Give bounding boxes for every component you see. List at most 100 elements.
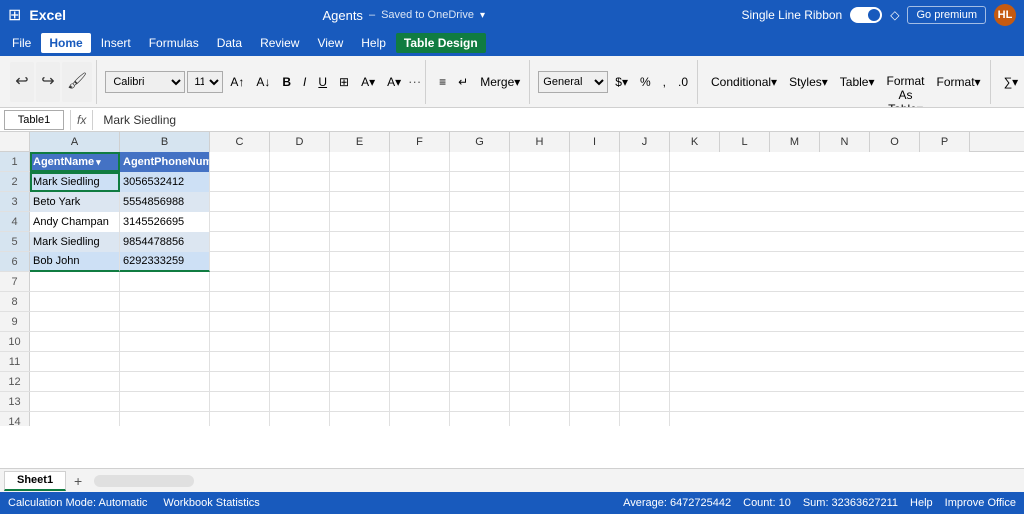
cell-A10[interactable] — [30, 332, 120, 352]
cell-A2[interactable]: Mark Siedling — [30, 172, 120, 192]
cell-J3[interactable] — [620, 192, 670, 212]
cell-H13[interactable] — [510, 392, 570, 412]
cell-E8[interactable] — [330, 292, 390, 312]
cell-C4[interactable] — [210, 212, 270, 232]
cell-J12[interactable] — [620, 372, 670, 392]
font-size-select[interactable]: 11 — [187, 71, 223, 93]
cell-A9[interactable] — [30, 312, 120, 332]
cell-B13[interactable] — [120, 392, 210, 412]
font-family-select[interactable]: Calibri — [105, 71, 185, 93]
cell-B7[interactable] — [120, 272, 210, 292]
cell-D4[interactable] — [270, 212, 330, 232]
cell-I12[interactable] — [570, 372, 620, 392]
menu-data[interactable]: Data — [209, 33, 250, 53]
format-painter-button[interactable]: 🖌 — [62, 62, 92, 102]
cell-B3[interactable]: 5554856988 — [120, 192, 210, 212]
cell-B11[interactable] — [120, 352, 210, 372]
cell-D6[interactable] — [270, 252, 330, 272]
cell-B9[interactable] — [120, 312, 210, 332]
cell-D2[interactable] — [270, 172, 330, 192]
horizontal-scrollbar[interactable] — [94, 475, 194, 487]
cell-I5[interactable] — [570, 232, 620, 252]
format-button[interactable]: Format▾ — [932, 72, 986, 92]
cell-F10[interactable] — [390, 332, 450, 352]
name-box[interactable] — [4, 110, 64, 130]
cell-D5[interactable] — [270, 232, 330, 252]
cell-F5[interactable] — [390, 232, 450, 252]
cell-B6[interactable]: 6292333259 — [120, 252, 210, 272]
cell-E3[interactable] — [330, 192, 390, 212]
increase-font-button[interactable]: A↑ — [225, 72, 249, 92]
cell-I11[interactable] — [570, 352, 620, 372]
comma-button[interactable]: , — [658, 72, 671, 92]
cell-G7[interactable] — [450, 272, 510, 292]
cell-C9[interactable] — [210, 312, 270, 332]
go-premium-button[interactable]: Go premium — [907, 6, 986, 24]
cell-I13[interactable] — [570, 392, 620, 412]
menu-file[interactable]: File — [4, 33, 39, 53]
cell-G1[interactable] — [450, 152, 510, 172]
cell-I3[interactable] — [570, 192, 620, 212]
bold-button[interactable]: B — [277, 72, 296, 92]
cell-J9[interactable] — [620, 312, 670, 332]
cell-A4[interactable]: Andy Champan — [30, 212, 120, 232]
cell-A7[interactable] — [30, 272, 120, 292]
improve-office-label[interactable]: Improve Office — [945, 497, 1016, 509]
conditional-button[interactable]: Conditional▾ — [706, 72, 782, 92]
undo-button[interactable]: ↩ — [10, 62, 34, 102]
cell-J8[interactable] — [620, 292, 670, 312]
cell-A6[interactable]: Bob John — [30, 252, 120, 272]
menu-review[interactable]: Review — [252, 33, 307, 53]
cell-D8[interactable] — [270, 292, 330, 312]
cell-D9[interactable] — [270, 312, 330, 332]
wrap-text-button[interactable]: ↵ — [453, 72, 473, 92]
cell-G11[interactable] — [450, 352, 510, 372]
cell-F3[interactable] — [390, 192, 450, 212]
cell-I4[interactable] — [570, 212, 620, 232]
workbook-stats-label[interactable]: Workbook Statistics — [163, 497, 259, 509]
cell-A13[interactable] — [30, 392, 120, 412]
cell-E1[interactable] — [330, 152, 390, 172]
cell-H14[interactable] — [510, 412, 570, 426]
cell-F8[interactable] — [390, 292, 450, 312]
cell-G4[interactable] — [450, 212, 510, 232]
cell-J14[interactable] — [620, 412, 670, 426]
add-sheet-button[interactable]: + — [68, 471, 88, 491]
cell-E14[interactable] — [330, 412, 390, 426]
align-left-button[interactable]: ≡ — [434, 72, 451, 92]
cell-J1[interactable] — [620, 152, 670, 172]
cell-J5[interactable] — [620, 232, 670, 252]
cell-F13[interactable] — [390, 392, 450, 412]
cell-F14[interactable] — [390, 412, 450, 426]
cell-A3[interactable]: Beto Yark — [30, 192, 120, 212]
cell-C7[interactable] — [210, 272, 270, 292]
cell-G13[interactable] — [450, 392, 510, 412]
cell-A8[interactable] — [30, 292, 120, 312]
cell-J2[interactable] — [620, 172, 670, 192]
cell-F11[interactable] — [390, 352, 450, 372]
cell-I10[interactable] — [570, 332, 620, 352]
cell-H3[interactable] — [510, 192, 570, 212]
cell-D3[interactable] — [270, 192, 330, 212]
cell-G14[interactable] — [450, 412, 510, 426]
cell-J10[interactable] — [620, 332, 670, 352]
cell-G12[interactable] — [450, 372, 510, 392]
help-label[interactable]: Help — [910, 497, 933, 509]
cell-H7[interactable] — [510, 272, 570, 292]
cell-C10[interactable] — [210, 332, 270, 352]
cell-I14[interactable] — [570, 412, 620, 426]
cell-D10[interactable] — [270, 332, 330, 352]
cell-A11[interactable] — [30, 352, 120, 372]
increase-decimal-button[interactable]: .0 — [673, 72, 693, 92]
cell-E13[interactable] — [330, 392, 390, 412]
cell-F7[interactable] — [390, 272, 450, 292]
cell-I6[interactable] — [570, 252, 620, 272]
single-line-ribbon-toggle[interactable] — [850, 7, 882, 23]
cell-H11[interactable] — [510, 352, 570, 372]
cell-C11[interactable] — [210, 352, 270, 372]
menu-home[interactable]: Home — [41, 33, 90, 53]
cell-H10[interactable] — [510, 332, 570, 352]
cell-D11[interactable] — [270, 352, 330, 372]
cell-E2[interactable] — [330, 172, 390, 192]
cell-E10[interactable] — [330, 332, 390, 352]
